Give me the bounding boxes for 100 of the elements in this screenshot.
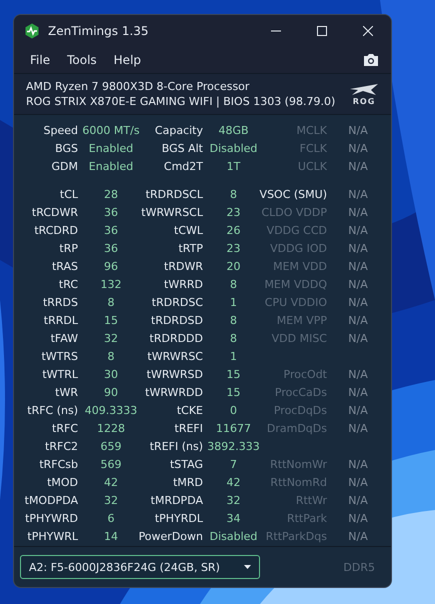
timing-label: tRRDL <box>44 314 78 326</box>
timing-value: 6000 MT/s <box>82 124 140 136</box>
timing-label: tRDRDSC <box>152 296 203 308</box>
logo-icon <box>349 82 379 96</box>
sensor-value: N/A <box>348 160 368 172</box>
timing-label: tPHYWRD <box>25 512 78 524</box>
menu-item[interactable]: Tools <box>59 48 106 72</box>
timing-label: tREFI (ns) <box>150 440 203 452</box>
timing-value: 36 <box>104 224 118 236</box>
timing-value: 30 <box>104 368 118 380</box>
sensor-label: RttPark <box>286 512 327 524</box>
timing-value: 15 <box>226 386 240 398</box>
sensor-value: N/A <box>348 278 368 290</box>
sensor-label: UCLK <box>298 160 327 172</box>
timing-value: 8 <box>108 296 114 308</box>
timing-value: 1228 <box>97 422 125 434</box>
timing-value: 1 <box>230 350 237 362</box>
timing-label: tWRWRSCL <box>141 206 203 218</box>
timing-value: 32 <box>104 332 118 344</box>
timing-label: tWR <box>55 386 78 398</box>
sensor-value: N/A <box>348 260 368 272</box>
timing-value: 26 <box>226 224 240 236</box>
sensor-label: FCLK <box>300 142 327 154</box>
logo-text: ROG <box>352 96 376 106</box>
timing-value: Disabled <box>210 142 258 154</box>
timing-label: tRDRDSD <box>151 314 203 326</box>
timing-label: tRDRDSCL <box>146 188 203 200</box>
maximize-icon[interactable] <box>317 26 327 36</box>
sensor-label: RttNomRd <box>270 476 327 488</box>
timing-label: tWRRD <box>164 278 203 290</box>
timing-label: tCL <box>60 188 78 200</box>
sensor-value: N/A <box>348 530 368 542</box>
timing-label: GDM <box>52 160 78 172</box>
timing-label: tSTAG <box>170 458 203 470</box>
timing-label: tWRWRDD <box>145 386 203 398</box>
motherboard-info: ROG STRIX X870E-E GAMING WIFI | BIOS 1303 (98.79.0) <box>26 95 336 108</box>
timing-value: 42 <box>104 476 118 488</box>
timing-value: 7 <box>230 458 237 470</box>
sensor-label: MEM VDD <box>273 260 327 272</box>
timing-value: Disabled <box>210 530 258 542</box>
sensor-value: N/A <box>348 458 368 470</box>
timing-label: tMRDPDA <box>150 494 203 506</box>
window-title: ZenTimings 1.35 <box>48 24 150 38</box>
timing-label: PowerDown <box>138 530 203 542</box>
timing-label: tWRWRSD <box>146 368 203 380</box>
timing-value: 48GB <box>218 124 249 136</box>
timing-label: tMODPDA <box>24 494 78 506</box>
sensor-value: N/A <box>348 124 368 136</box>
timing-value: 28 <box>104 188 118 200</box>
timing-value: 6 <box>108 512 114 524</box>
timing-label: Capacity <box>154 124 203 136</box>
close-icon[interactable] <box>363 26 373 36</box>
timing-value: 3892.333 <box>207 440 260 452</box>
sensor-label: VSOC (SMU) <box>260 188 327 200</box>
timing-label: tRCDRD <box>34 224 78 236</box>
timing-label: BGS Alt <box>162 142 203 154</box>
timing-label: tRAS <box>52 260 78 272</box>
sensor-label: CLDO VDDP <box>261 206 327 218</box>
timing-value: 0 <box>230 404 237 416</box>
timing-label: tRC <box>58 278 78 290</box>
timing-value: 1 <box>230 296 237 308</box>
timing-label: tWTRL <box>42 368 78 380</box>
camera-icon[interactable] <box>363 53 379 67</box>
sensor-label: RttNomWr <box>270 458 327 470</box>
timing-value: 8 <box>230 278 237 290</box>
sensor-label: VDDG CCD <box>266 224 327 236</box>
sensor-label: VDDG IOD <box>270 242 327 254</box>
timing-value: Enabled <box>88 142 134 154</box>
timing-value: 23 <box>226 206 240 218</box>
timing-label: tPHYRDL <box>154 512 203 524</box>
sensor-label: ProcDqDs <box>274 404 327 416</box>
timing-label: tCWL <box>174 224 203 236</box>
timing-value: 96 <box>104 260 118 272</box>
timing-value: Enabled <box>88 160 134 172</box>
timing-label: tRDRDDD <box>150 332 203 344</box>
timing-value: 132 <box>100 278 122 290</box>
sensor-value: N/A <box>348 242 368 254</box>
timing-value: 36 <box>104 206 118 218</box>
timing-label: tMRD <box>173 476 203 488</box>
timing-value: 1T <box>226 160 240 172</box>
menu-item[interactable]: Help <box>106 48 150 72</box>
timing-label: tFAW <box>50 332 78 344</box>
timing-value: 14 <box>104 530 118 542</box>
sensor-label: ProcCaDs <box>274 386 327 398</box>
sensor-label: MCLK <box>296 124 327 136</box>
sensor-value: N/A <box>348 422 368 434</box>
app-icon <box>24 23 40 39</box>
timing-value: 8 <box>230 188 237 200</box>
memory-type: DDR5 <box>343 560 375 574</box>
sensor-label: VDD MISC <box>272 332 327 344</box>
timing-label: Cmd2T <box>164 160 203 172</box>
sensor-label: RttParkDqs <box>266 530 327 542</box>
timing-label: tRDWR <box>164 260 203 272</box>
timing-value: 15 <box>104 314 118 326</box>
timing-value: 15 <box>226 368 240 380</box>
menu-item[interactable]: File <box>22 48 60 72</box>
sensor-value: N/A <box>348 142 368 154</box>
module-dropdown[interactable]: A2: F5-6000J2836F24G (24GB, SR) <box>20 555 260 579</box>
sensor-value: N/A <box>348 332 368 344</box>
timing-value: 23 <box>226 242 240 254</box>
